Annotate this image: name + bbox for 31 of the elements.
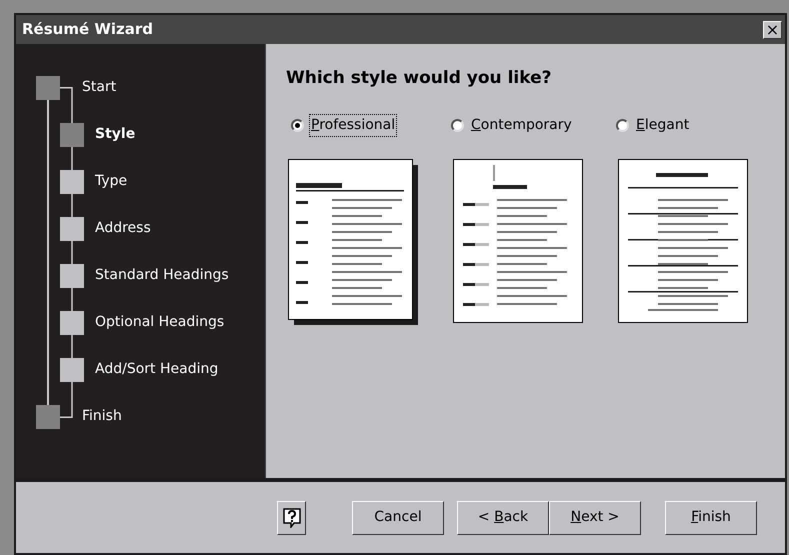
close-button[interactable]: × bbox=[763, 20, 782, 38]
wizard-button[interactable]: Cancel bbox=[352, 500, 444, 534]
step-marker bbox=[60, 216, 84, 240]
radio-button[interactable] bbox=[451, 119, 464, 132]
step-marker bbox=[60, 358, 84, 382]
radio-button[interactable] bbox=[291, 119, 304, 132]
step-label: Optional Headings bbox=[95, 313, 224, 332]
step-label: Standard Headings bbox=[95, 266, 229, 285]
step-label: Style bbox=[95, 125, 136, 144]
step-label: Address bbox=[95, 219, 151, 238]
step-marker bbox=[36, 404, 60, 428]
step-marker bbox=[60, 264, 84, 288]
step-label: Add/Sort Heading bbox=[95, 360, 218, 379]
step-marker bbox=[60, 170, 84, 194]
help-button[interactable] bbox=[277, 500, 306, 534]
style-option-label[interactable]: Professional bbox=[309, 114, 398, 137]
wizard-button[interactable]: < Back bbox=[457, 500, 549, 534]
wizard-button[interactable]: Next > bbox=[549, 500, 641, 534]
help-icon bbox=[282, 508, 300, 528]
window-title: Résumé Wizard bbox=[22, 19, 154, 40]
question-heading: Which style would you like? bbox=[286, 67, 552, 90]
style-option-label[interactable]: Elegant bbox=[634, 114, 692, 137]
step-label: Start bbox=[82, 78, 116, 97]
step-label: Type bbox=[95, 172, 128, 191]
step-marker bbox=[36, 76, 60, 100]
step-marker bbox=[60, 122, 84, 146]
step-label: Finish bbox=[82, 407, 122, 426]
radio-button[interactable] bbox=[616, 119, 629, 132]
step-marker bbox=[60, 310, 84, 334]
wizard-button[interactable]: Finish bbox=[665, 500, 757, 534]
style-option-label[interactable]: Contemporary bbox=[469, 114, 574, 137]
